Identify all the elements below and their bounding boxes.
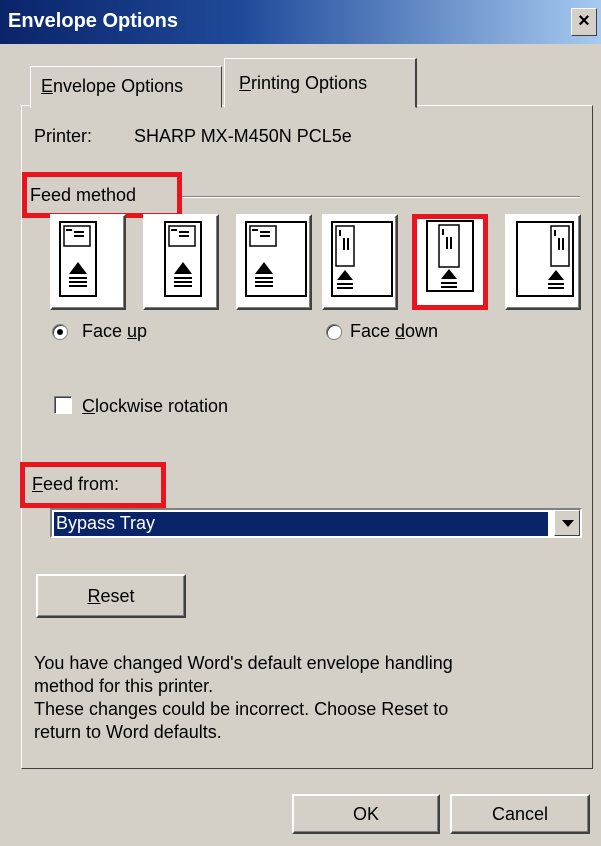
feed-from-selected-value: Bypass Tray — [54, 512, 548, 536]
clockwise-rotation-label[interactable]: Clockwise rotation — [82, 396, 228, 417]
info-line: return to Word defaults. — [34, 722, 222, 742]
feed-from-highlight — [20, 462, 166, 508]
feed-from-select[interactable]: Bypass Tray — [50, 508, 582, 538]
face-down-label[interactable]: Face down — [350, 321, 438, 342]
feed-method-option-2[interactable] — [143, 214, 219, 310]
info-line: You have changed Word's default envelope… — [34, 653, 453, 673]
feed-method-option-3[interactable] — [236, 214, 312, 310]
printer-label: Printer: — [34, 126, 93, 146]
face-down-radio[interactable] — [326, 324, 342, 340]
feed-method-divider — [182, 196, 580, 198]
tab-envelope-options[interactable]: Envelope Options — [30, 66, 222, 108]
title-bar[interactable]: Envelope Options × — [0, 0, 601, 44]
envelope-options-dialog: Envelope Options × Envelope Options Prin… — [0, 0, 601, 846]
radio-selected-dot — [57, 329, 63, 335]
envelope-horizontal-right-icon — [245, 221, 307, 297]
feed-method-option-6[interactable] — [505, 214, 581, 310]
chevron-down-icon[interactable] — [554, 510, 580, 536]
feed-method-option-4[interactable] — [322, 214, 398, 310]
clockwise-rotation-checkbox[interactable] — [54, 396, 72, 414]
feed-method-highlight — [22, 172, 182, 218]
window-title: Envelope Options — [8, 10, 179, 32]
feed-method-option-1[interactable] — [50, 214, 126, 310]
envelope-vertical-center-icon — [426, 220, 474, 292]
cancel-button[interactable]: Cancel — [450, 794, 590, 834]
tab-printing-options[interactable]: Printing Options — [224, 58, 417, 108]
face-up-label[interactable]: Face up — [82, 321, 147, 342]
feed-method-option-5[interactable] — [412, 214, 488, 310]
tab-envelope-options-label: Envelope Options — [41, 76, 184, 96]
envelope-horizontal-center-icon — [164, 221, 202, 297]
envelope-vertical-right-icon — [516, 221, 574, 297]
close-button[interactable]: × — [571, 8, 597, 36]
envelope-vertical-left-icon — [331, 221, 393, 297]
envelope-horizontal-left-icon — [59, 221, 97, 297]
reset-button[interactable]: Reset — [36, 574, 186, 618]
info-line: method for this printer. — [34, 676, 214, 696]
info-message: You have changed Word's default envelope… — [34, 652, 574, 744]
tab-printing-options-label: Printing Options — [239, 73, 368, 93]
printer-name: SHARP MX-M450N PCL5e — [134, 126, 352, 146]
info-line: These changes could be incorrect. Choose… — [34, 699, 449, 719]
face-up-radio[interactable] — [52, 324, 68, 340]
close-icon: × — [578, 10, 590, 32]
ok-button[interactable]: OK — [292, 794, 440, 834]
